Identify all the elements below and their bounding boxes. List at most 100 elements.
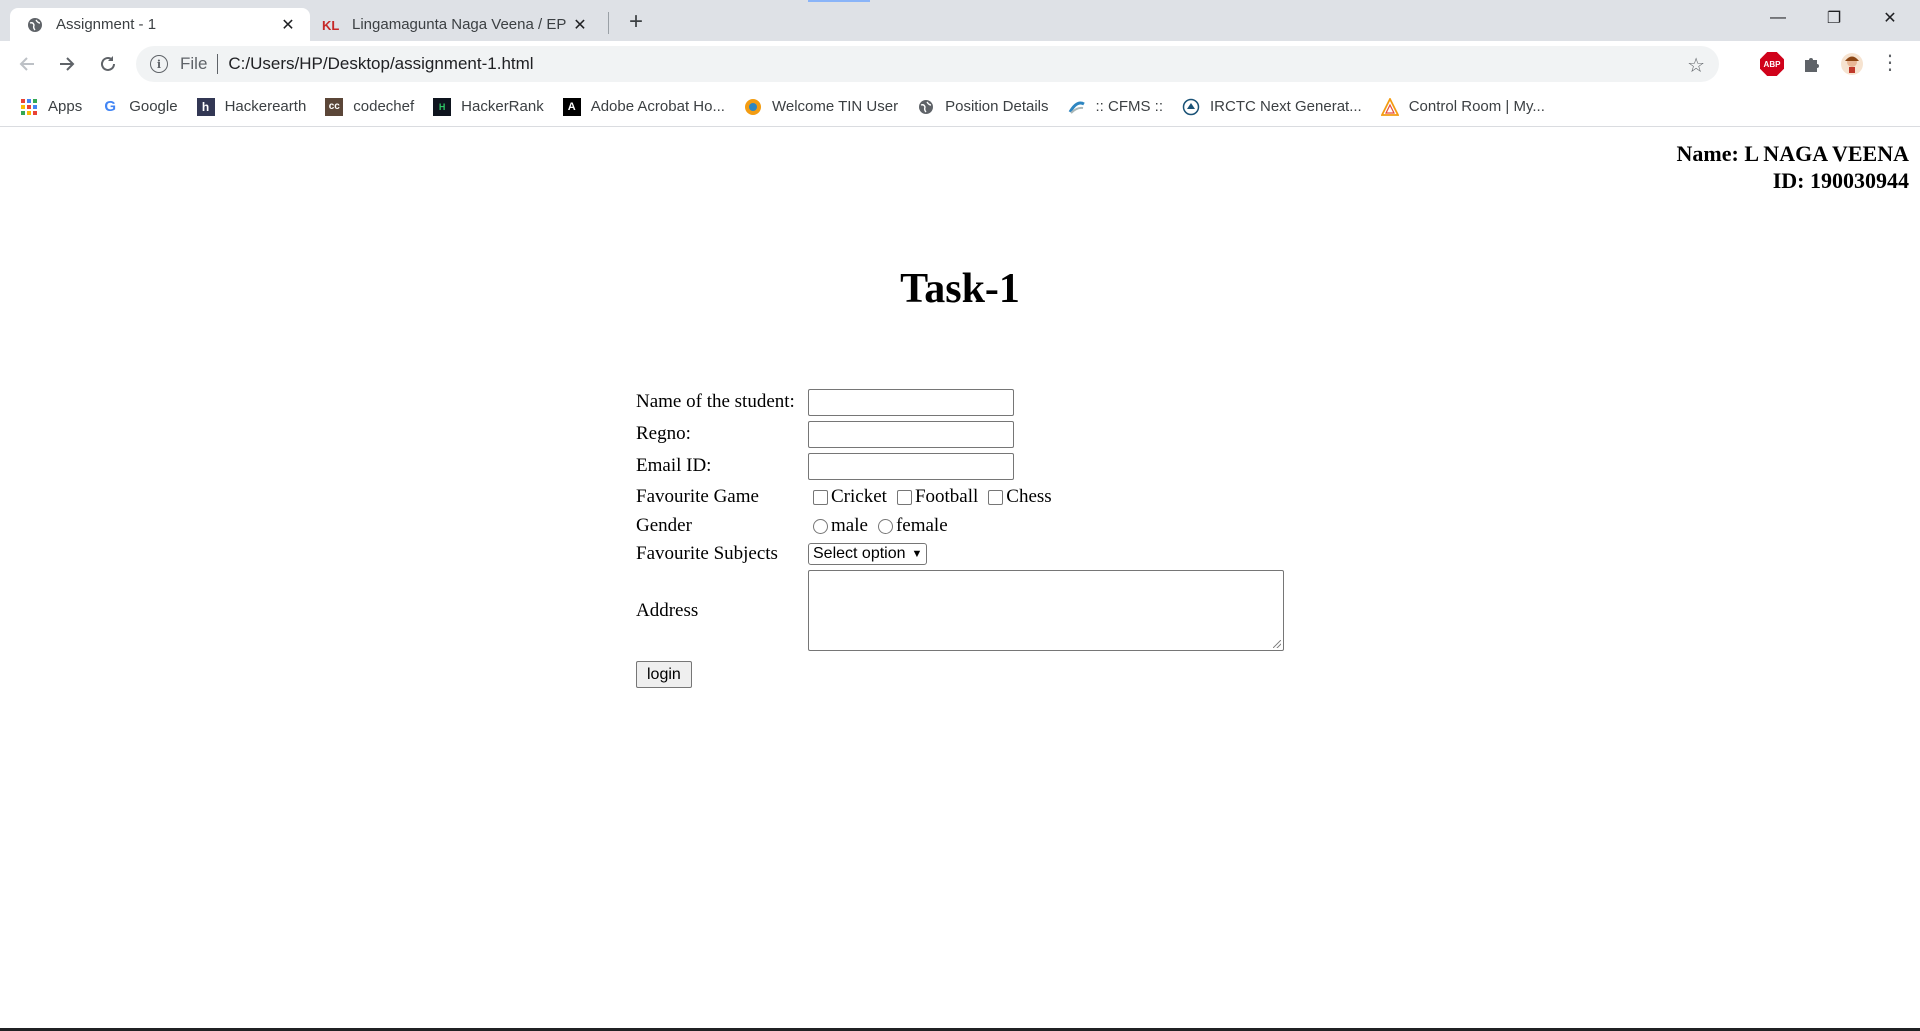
name-label: Name of the student: (636, 391, 795, 412)
bookmark-label: Control Room | My... (1408, 98, 1545, 115)
restore-button[interactable]: ❐ (1806, 0, 1862, 36)
bookmark-label: codechef (353, 98, 415, 115)
football-checkbox[interactable] (896, 489, 912, 505)
bookmark-label: HackerRank (461, 98, 544, 115)
new-tab-button[interactable]: + (622, 8, 650, 36)
male-radio[interactable] (813, 518, 828, 534)
login-button[interactable]: login (636, 661, 692, 688)
email-input[interactable] (808, 452, 1014, 480)
page-content: Name: L NAGA VEENA ID: 190030944 Task-1 … (0, 128, 1920, 1031)
menu-icon[interactable]: ⋮ (1880, 53, 1900, 73)
hackerrank-icon: H (433, 97, 452, 116)
bookmark-codechef[interactable]: cc codechef (325, 97, 415, 116)
reload-button[interactable] (91, 47, 125, 81)
tab-separator (608, 12, 609, 34)
adblock-plus-icon[interactable]: ABP (1760, 52, 1784, 76)
profile-avatar-icon[interactable] (1840, 52, 1864, 76)
bookmark-control-room[interactable]: Control Room | My... (1380, 97, 1545, 116)
bookmark-label: Position Details (945, 98, 1049, 115)
loading-indicator (808, 0, 870, 2)
gender-row: Gender male female (636, 513, 1336, 539)
bookmark-cfms[interactable]: :: CFMS :: (1068, 98, 1164, 116)
subjects-select[interactable]: Select option ▼ (808, 543, 928, 565)
subjects-selected-value: Select option (813, 545, 906, 562)
regno-row: Regno: (636, 420, 1336, 448)
bookmark-label: IRCTC Next Generat... (1210, 98, 1362, 115)
tin-icon (744, 98, 762, 116)
cricket-checkbox[interactable] (813, 489, 828, 505)
apps-grid-icon (20, 98, 38, 116)
globe-icon (26, 16, 44, 34)
irctc-icon (1182, 98, 1200, 116)
address-textarea[interactable] (808, 570, 1284, 651)
bookmark-label: Welcome TIN User (771, 98, 899, 115)
identity-block: Name: L NAGA VEENA ID: 190030944 (1677, 140, 1909, 194)
forward-button[interactable] (50, 47, 84, 81)
address-label: Address (636, 599, 699, 621)
bookmark-adobe-acrobat[interactable]: A Adobe Acrobat Ho... (562, 97, 725, 116)
toolbar: i File C:/Users/HP/Desktop/assignment-1.… (0, 41, 1920, 87)
bookmark-label: Apps (48, 98, 83, 115)
codechef-icon: cc (325, 97, 344, 116)
subjects-label: Favourite Subjects (636, 543, 778, 564)
student-id: ID: 190030944 (1772, 168, 1909, 193)
url-text: C:/Users/HP/Desktop/assignment-1.html (228, 54, 534, 73)
globe-icon (917, 98, 935, 116)
bookmark-hackerrank[interactable]: H HackerRank (433, 97, 544, 116)
chevron-down-icon: ▼ (911, 548, 923, 560)
bookmark-hackerearth[interactable]: h Hackerearth (196, 97, 307, 116)
reload-icon (101, 56, 115, 71)
tab-title: Assignment - 1 (56, 16, 157, 33)
bookmark-apps[interactable]: Apps (20, 98, 82, 116)
close-window-button[interactable]: ✕ (1862, 0, 1918, 36)
tab-lingamagunta[interactable]: KL Lingamagunta Naga Veena / EP S ✕ (312, 8, 602, 41)
bookmark-google[interactable]: G Google (101, 98, 177, 116)
kl-icon: KL (322, 16, 340, 34)
divider (217, 54, 219, 74)
control-room-icon (1380, 97, 1399, 116)
close-tab-icon[interactable]: ✕ (278, 15, 298, 35)
gender-label: Gender (636, 515, 692, 536)
cricket-label: Cricket (831, 486, 887, 507)
bookmark-label: Adobe Acrobat Ho... (590, 98, 725, 115)
email-label: Email ID: (636, 455, 712, 476)
bookmarks-bar: Apps G Google h Hackerearth cc codechef … (0, 87, 1920, 127)
puzzle-icon[interactable] (1800, 52, 1824, 76)
male-label: male (831, 515, 868, 536)
close-tab-icon[interactable]: ✕ (570, 15, 590, 35)
regno-input[interactable] (808, 420, 1014, 448)
bookmark-welcome-tin[interactable]: Welcome TIN User (744, 98, 898, 116)
hackerearth-icon: h (196, 97, 215, 116)
bookmark-label: :: CFMS :: (1095, 98, 1164, 115)
back-button[interactable] (10, 47, 44, 81)
arrow-left-icon (19, 57, 34, 71)
name-input[interactable] (808, 388, 1014, 416)
arrow-right-icon (60, 57, 75, 71)
tab-strip: Assignment - 1 ✕ KL Lingamagunta Naga Ve… (0, 0, 1920, 41)
chess-checkbox[interactable] (988, 489, 1004, 505)
name-row: Name of the student: (636, 388, 1336, 416)
adobe-acrobat-icon: A (562, 97, 581, 116)
svg-text:KL: KL (322, 18, 339, 33)
page-title: Task-1 (900, 266, 1020, 312)
student-name: Name: L NAGA VEENA (1676, 141, 1909, 166)
tab-title: Lingamagunta Naga Veena / EP S (352, 16, 570, 33)
game-row: Favourite Game Cricket Football Chess (636, 484, 1336, 510)
resize-handle-icon[interactable] (1273, 640, 1281, 648)
football-label: Football (914, 486, 979, 507)
bookmark-star-icon[interactable]: ☆ (1687, 53, 1705, 78)
bookmark-position-details[interactable]: Position Details (917, 98, 1049, 116)
game-label: Favourite Game (636, 486, 759, 507)
chess-label: Chess (1006, 486, 1052, 507)
subjects-row: Favourite Subjects Select option ▼ (636, 541, 1336, 567)
address-bar[interactable]: i File C:/Users/HP/Desktop/assignment-1.… (136, 46, 1719, 82)
bookmark-irctc[interactable]: IRCTC Next Generat... (1182, 98, 1362, 116)
minimize-button[interactable]: — (1750, 0, 1806, 36)
address-row: Address (636, 570, 1336, 651)
bookmark-label: Hackerearth (224, 98, 307, 115)
female-radio[interactable] (877, 518, 893, 534)
url-scheme: File (180, 54, 208, 73)
email-row: Email ID: (636, 452, 1336, 480)
info-icon[interactable]: i (150, 55, 168, 73)
tab-assignment[interactable]: Assignment - 1 ✕ (10, 8, 310, 41)
